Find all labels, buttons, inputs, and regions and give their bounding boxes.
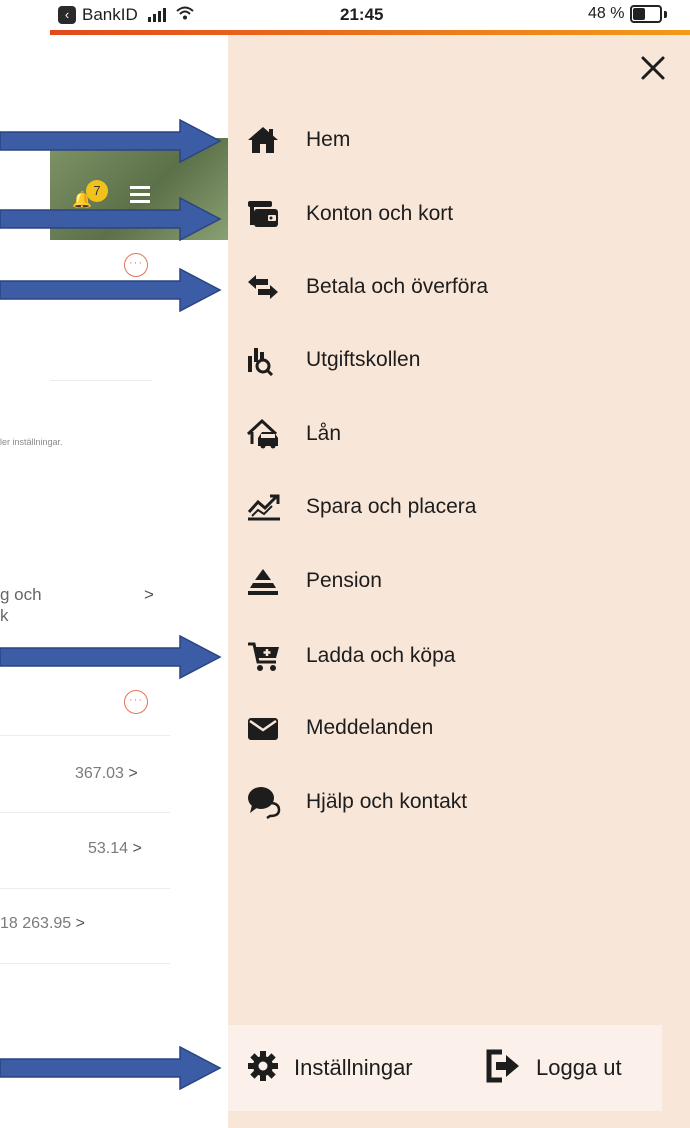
gear-icon [246, 1049, 280, 1088]
annotation-arrow-icon [0, 1045, 222, 1091]
divider [50, 380, 152, 381]
spending-analysis-icon [246, 343, 290, 377]
wallet-icon [246, 197, 290, 231]
divider [0, 888, 170, 889]
house-car-icon [246, 417, 290, 451]
home-icon [246, 123, 290, 157]
menu-item-konton-och-kort[interactable]: Konton och kort [246, 194, 646, 234]
trend-chart-icon [246, 490, 290, 524]
battery-icon [630, 5, 663, 23]
menu-item-lan[interactable]: Lån [246, 414, 646, 454]
close-icon[interactable] [636, 51, 670, 85]
divider [0, 963, 170, 964]
wifi-icon [176, 6, 194, 24]
navigation-drawer: Hem Konton och kort Betala och överföra … [228, 35, 690, 1128]
divider [0, 812, 170, 813]
account-balance-row[interactable]: 53.14 > [88, 840, 142, 858]
transfer-arrows-icon [246, 270, 290, 304]
battery-indicator: 48 % [588, 5, 668, 23]
shopping-cart-icon [246, 639, 290, 673]
account-balance-row[interactable]: 18 263.95 > [0, 915, 85, 933]
pyramid-icon [246, 564, 290, 598]
chevron-right-icon: > [132, 840, 142, 857]
logout-button[interactable]: Logga ut [486, 1025, 622, 1111]
settings-label: Inställningar [294, 1055, 413, 1080]
annotation-arrow-icon [0, 118, 222, 164]
divider [0, 735, 170, 736]
signal-icon [147, 8, 166, 22]
carrier-label: BankID [82, 5, 138, 24]
menu-item-label: Spara och placera [306, 495, 477, 518]
menu-item-betala-och-overfora[interactable]: Betala och överföra [246, 267, 646, 307]
settings-note: ler inställningar. [0, 437, 63, 447]
menu-item-spara-och-placera[interactable]: Spara och placera [246, 487, 646, 527]
menu-item-label: Lån [306, 422, 342, 445]
menu-item-label: Konton och kort [306, 202, 454, 225]
envelope-icon [246, 711, 290, 745]
chat-bubbles-icon [246, 785, 290, 819]
annotation-arrow-icon [0, 634, 222, 680]
menu-item-label: Hjälp och kontakt [306, 790, 468, 813]
settings-button[interactable]: Inställningar [246, 1025, 413, 1111]
menu-item-pension[interactable]: Pension [246, 561, 646, 601]
menu-item-hjalp-och-kontakt[interactable]: Hjälp och kontakt [246, 782, 646, 822]
chevron-right-icon: > [75, 915, 85, 932]
drawer-footer: Inställningar Logga ut [228, 1025, 662, 1111]
annotation-arrow-icon [0, 196, 222, 242]
list-item-label-line2: k [0, 606, 9, 625]
menu-item-ladda-och-kopa[interactable]: Ladda och köpa [246, 636, 646, 676]
menu-item-utgiftskollen[interactable]: Utgiftskollen [246, 340, 646, 380]
balance-value: 53.14 [88, 840, 129, 857]
battery-percent: 48 % [588, 5, 625, 22]
menu-item-label: Meddelanden [306, 716, 434, 739]
back-app-icon[interactable]: ‹ [58, 6, 76, 24]
balance-value: 18 263.95 [0, 915, 72, 932]
status-bar: ‹ BankID 21:45 48 % [50, 0, 690, 30]
clock: 21:45 [340, 5, 384, 24]
menu-item-hem[interactable]: Hem [246, 120, 646, 160]
chevron-right-icon: > [128, 765, 138, 782]
menu-item-meddelanden[interactable]: Meddelanden [246, 708, 646, 748]
annotation-arrow-icon [0, 267, 222, 313]
menu-item-label: Pension [306, 569, 382, 592]
more-options-icon[interactable]: ··· [124, 690, 148, 714]
logout-label: Logga ut [536, 1055, 622, 1080]
list-item-label-line1[interactable]: g och [0, 585, 42, 605]
menu-item-label: Hem [306, 128, 351, 151]
menu-item-label: Ladda och köpa [306, 644, 456, 667]
chevron-right-icon[interactable]: > [144, 585, 154, 605]
status-app: ‹ BankID [58, 5, 194, 25]
account-balance-row[interactable]: 367.03 > [75, 765, 138, 783]
menu-item-label: Utgiftskollen [306, 348, 421, 371]
menu-item-label: Betala och överföra [306, 275, 489, 298]
logout-icon [486, 1049, 522, 1088]
balance-value: 367.03 [75, 765, 124, 782]
